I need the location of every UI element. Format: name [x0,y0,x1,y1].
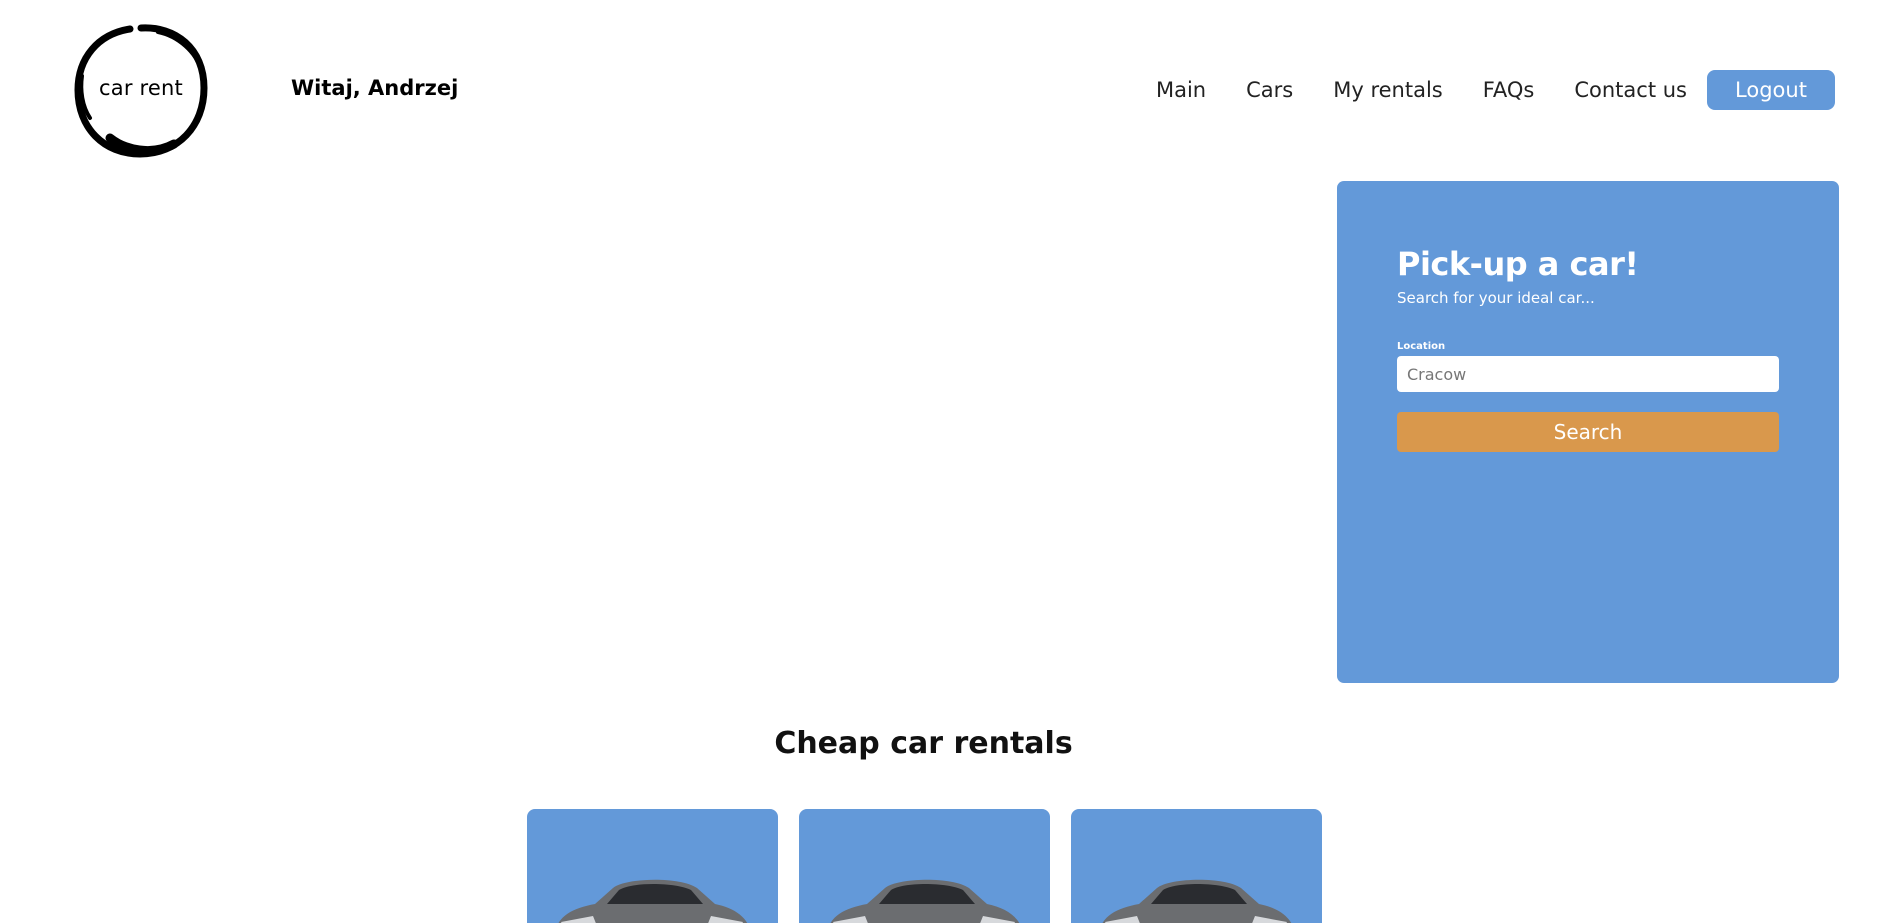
car-card[interactable] [527,809,778,923]
user-greeting: Witaj, Andrzej [291,76,459,100]
search-button[interactable]: Search [1397,412,1779,452]
nav-faqs[interactable]: FAQs [1483,78,1535,102]
offers-title: Cheap car rentals [774,726,1073,761]
location-label: Location [1397,341,1446,352]
nav-cars[interactable]: Cars [1246,78,1293,102]
nav-contact-us[interactable]: Contact us [1574,78,1687,102]
logout-button[interactable]: Logout [1707,70,1835,110]
logo[interactable]: car rent [70,18,212,162]
search-subtitle: Search for your ideal car... [1397,289,1595,307]
car-card[interactable] [799,809,1050,923]
nav-main[interactable]: Main [1156,78,1206,102]
nav-my-rentals[interactable]: My rentals [1333,78,1443,102]
car-icon [1102,879,1292,923]
logo-text: car rent [99,76,183,100]
search-title: Pick-up a car! [1397,245,1639,283]
car-icon [558,879,748,923]
main-nav: Main Cars My rentals FAQs Contact us Log… [1156,70,1835,110]
search-panel: Pick-up a car! Search for your ideal car… [1337,181,1839,683]
location-input[interactable] [1397,356,1779,392]
car-card[interactable] [1071,809,1322,923]
car-icon [830,879,1020,923]
